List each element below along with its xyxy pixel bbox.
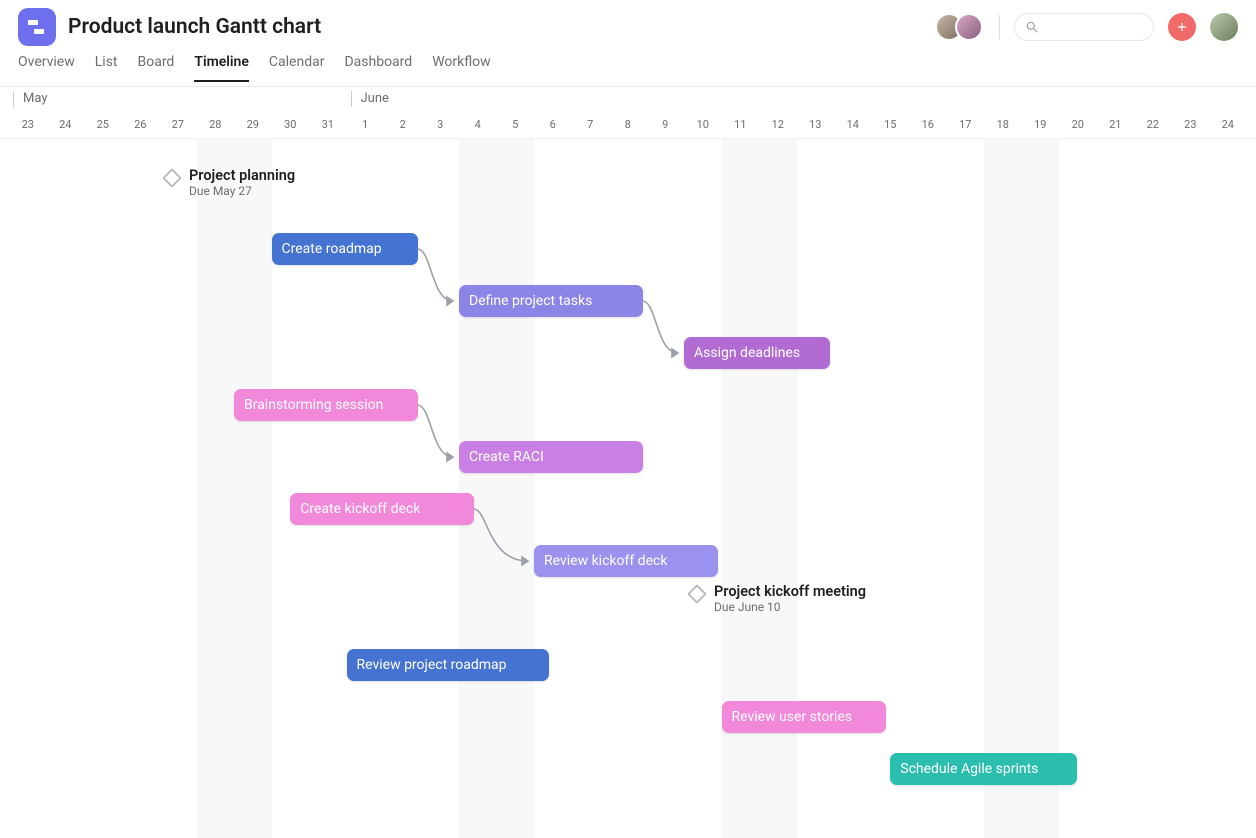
day-column: 9 [647, 111, 685, 139]
topbar: Product launch Gantt chart [0, 0, 1256, 54]
weekend-column [722, 139, 760, 838]
task-bar[interactable]: Define project tasks [459, 285, 643, 317]
day-column: 19 [1022, 111, 1060, 139]
milestone[interactable]: Project planningDue May 27 [165, 167, 295, 198]
day-column: 21 [1097, 111, 1135, 139]
milestone[interactable]: Project kickoff meetingDue June 10 [690, 583, 866, 614]
task-bar[interactable]: Review project roadmap [347, 649, 549, 681]
member-avatars[interactable] [935, 13, 985, 41]
day-column: 4 [459, 111, 497, 139]
month-label: June [361, 91, 389, 106]
tab-calendar[interactable]: Calendar [269, 54, 325, 82]
tab-dashboard[interactable]: Dashboard [344, 54, 412, 82]
day-column: 1 [347, 111, 385, 139]
day-column: 23 [9, 111, 47, 139]
day-column: 20 [1059, 111, 1097, 139]
month-row: May June [0, 87, 1256, 111]
weekend-column [1022, 139, 1060, 838]
day-column: 26 [122, 111, 160, 139]
view-tabs: Overview List Board Timeline Calendar Dashboa… [0, 54, 1256, 87]
day-column: 13 [797, 111, 835, 139]
day-column: 14 [834, 111, 872, 139]
weekend-column [497, 139, 535, 838]
tab-workflow[interactable]: Workflow [432, 54, 491, 82]
day-column: 31 [309, 111, 347, 139]
weekend-column [197, 139, 235, 838]
day-column: 16 [909, 111, 947, 139]
task-bar[interactable]: Create roadmap [272, 233, 418, 265]
day-column: 28 [197, 111, 235, 139]
day-column: 24 [1209, 111, 1247, 139]
task-bar[interactable]: Review user stories [722, 701, 887, 733]
weekend-column [759, 139, 797, 838]
day-column: 10 [684, 111, 722, 139]
search-input[interactable] [1014, 13, 1154, 41]
project-title: Product launch Gantt chart [68, 15, 321, 39]
day-column: 24 [47, 111, 85, 139]
task-bar[interactable]: Schedule Agile sprints [890, 753, 1077, 785]
weekend-column [234, 139, 272, 838]
tab-timeline[interactable]: Timeline [194, 54, 249, 82]
day-column: 11 [722, 111, 760, 139]
task-bar[interactable]: Brainstorming session [234, 389, 418, 421]
day-column: 29 [234, 111, 272, 139]
add-button[interactable] [1168, 13, 1196, 41]
weekend-column [459, 139, 497, 838]
milestone-title: Project planning [189, 167, 295, 184]
day-column: 27 [159, 111, 197, 139]
day-column: 2 [384, 111, 422, 139]
day-column: 30 [272, 111, 310, 139]
day-column: 7 [572, 111, 610, 139]
task-bar[interactable]: Assign deadlines [684, 337, 830, 369]
day-column: 6 [534, 111, 572, 139]
day-column: 22 [1134, 111, 1172, 139]
search-icon [1025, 20, 1039, 34]
tab-overview[interactable]: Overview [18, 54, 75, 82]
day-column: 3 [422, 111, 460, 139]
day-column: 23 [1172, 111, 1210, 139]
month-label: May [23, 91, 47, 106]
milestone-diamond-icon [687, 584, 707, 604]
gantt-body[interactable]: Project planningDue May 27 Project kickof… [0, 139, 1256, 838]
tab-board[interactable]: Board [138, 54, 175, 82]
milestone-due: Due June 10 [714, 600, 866, 614]
day-column: 5 [497, 111, 535, 139]
task-bar[interactable]: Create RACI [459, 441, 643, 473]
avatar[interactable] [955, 13, 983, 41]
day-column: 17 [947, 111, 985, 139]
task-bar[interactable]: Create kickoff deck [290, 493, 474, 525]
day-column: 8 [609, 111, 647, 139]
day-column: 12 [759, 111, 797, 139]
tab-list[interactable]: List [95, 54, 118, 82]
milestone-due: Due May 27 [189, 184, 295, 198]
divider [999, 15, 1000, 39]
task-bar[interactable]: Review kickoff deck [534, 545, 718, 577]
weekend-column [984, 139, 1022, 838]
project-icon [18, 8, 56, 46]
plus-icon [1176, 21, 1188, 33]
day-column: 15 [872, 111, 910, 139]
day-row: 2324252627282930311234567891011121314151… [0, 111, 1256, 139]
milestone-title: Project kickoff meeting [714, 583, 866, 600]
timeline-area: MayJune 23242526272829303112345678910111… [0, 87, 1256, 838]
day-column: 25 [84, 111, 122, 139]
milestone-diamond-icon [162, 168, 182, 188]
user-avatar[interactable] [1210, 13, 1238, 41]
day-column: 18 [984, 111, 1022, 139]
